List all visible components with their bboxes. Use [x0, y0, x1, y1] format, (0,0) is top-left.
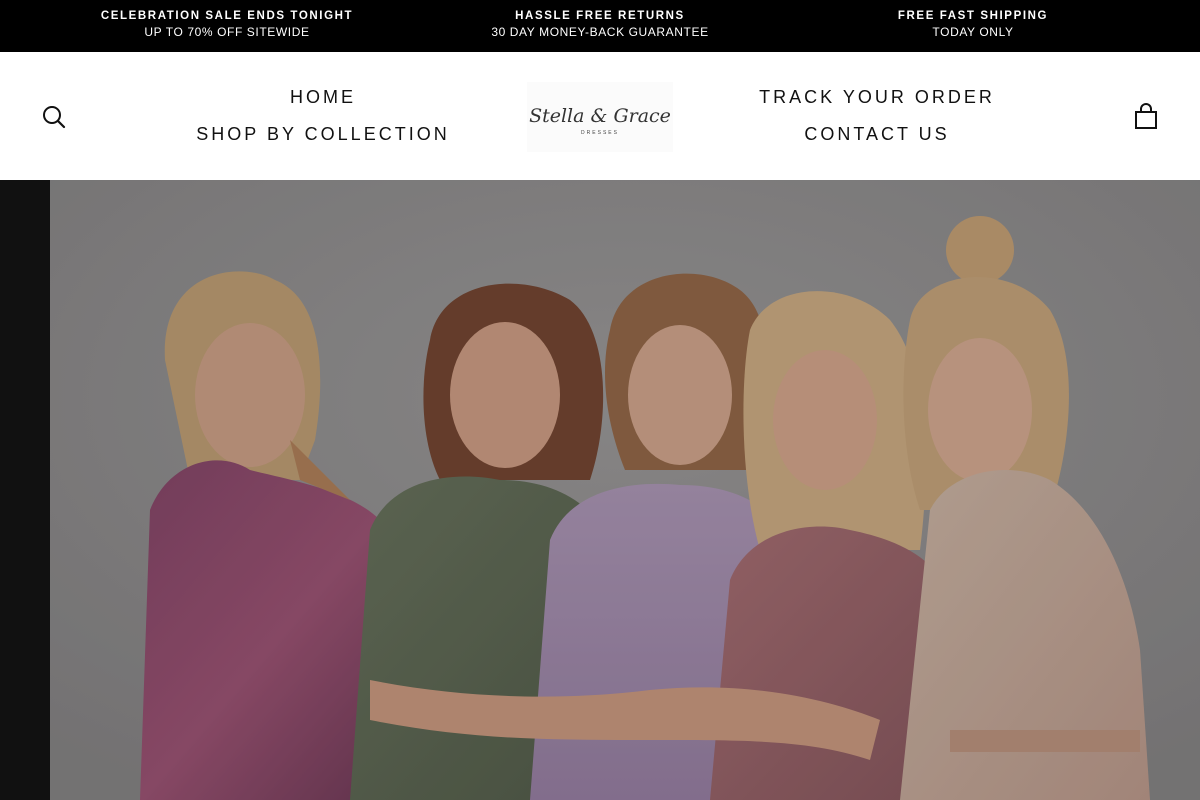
women-group-photo [50, 180, 1200, 800]
promo-sale[interactable]: CELEBRATION SALE ENDS TONIGHT UP TO 70% … [37, 9, 417, 41]
nav-track-your-order[interactable]: TRACK YOUR ORDER [759, 87, 995, 107]
logo-wordmark: Stella & Grace [529, 105, 671, 127]
promo-title: HASSLE FREE RETURNS [515, 10, 685, 22]
promo-subtitle: UP TO 70% OFF SITEWIDE [144, 25, 310, 39]
hero-side-strip [0, 180, 50, 800]
nav-home[interactable]: HOME [290, 87, 356, 107]
nav-contact-us[interactable]: CONTACT US [804, 124, 949, 144]
promo-title: CELEBRATION SALE ENDS TONIGHT [100, 10, 354, 22]
logo-image: Stella & Grace DRESSES [529, 105, 671, 136]
site-header: HOME SHOP BY COLLECTION Stella & Grace D… [0, 52, 1200, 180]
cart-button[interactable] [1133, 103, 1159, 131]
promo-shipping[interactable]: FREE FAST SHIPPING TODAY ONLY [783, 9, 1163, 41]
promo-subtitle: 30 DAY MONEY-BACK GUARANTEE [491, 25, 709, 39]
search-button[interactable] [41, 104, 67, 130]
hero-section [0, 180, 1200, 800]
promo-returns[interactable]: HASSLE FREE RETURNS 30 DAY MONEY-BACK GU… [410, 9, 790, 41]
hero-image[interactable] [50, 180, 1200, 800]
search-icon [43, 106, 66, 129]
promo-subtitle: TODAY ONLY [932, 25, 1014, 39]
nav-shop-by-collection[interactable]: SHOP BY COLLECTION [196, 124, 449, 144]
promo-title: FREE FAST SHIPPING [897, 10, 1049, 22]
shopping-bag-icon [1135, 103, 1157, 129]
logo-tagline: DRESSES [581, 130, 619, 136]
site-logo[interactable]: Stella & Grace DRESSES [527, 82, 673, 152]
announcement-bar: CELEBRATION SALE ENDS TONIGHT UP TO 70% … [0, 0, 1200, 52]
